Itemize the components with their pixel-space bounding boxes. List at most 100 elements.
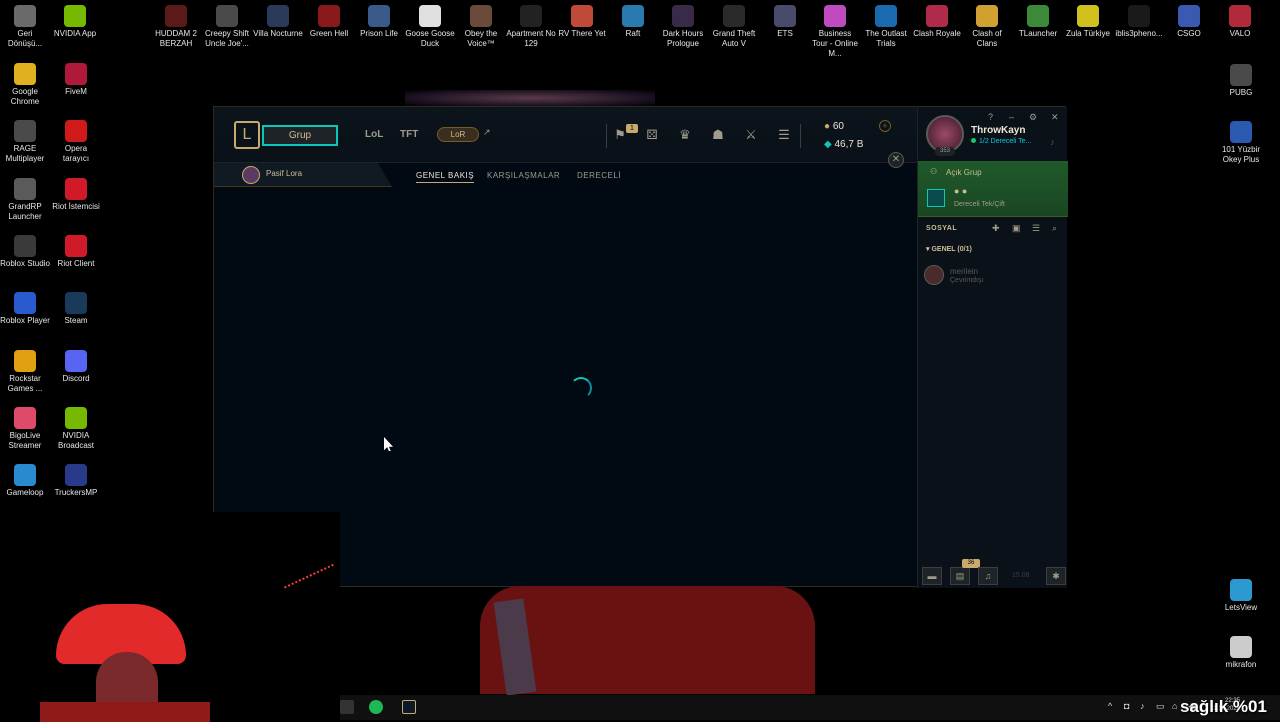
search-icon[interactable]: ⌕ xyxy=(1052,223,1057,234)
desktop-icon[interactable]: RV There Yet xyxy=(557,5,607,39)
external-link-icon[interactable]: ↗ xyxy=(483,127,491,138)
notes-icon[interactable]: ▤ xyxy=(950,567,970,585)
close-icon[interactable]: ✕ xyxy=(1051,112,1059,123)
desktop-icon[interactable]: Riot İstemcisi xyxy=(51,177,101,212)
desktop-icon[interactable]: GrandRP Launcher xyxy=(0,177,50,222)
desktop-icon[interactable]: Opera tarayıcı xyxy=(51,120,101,164)
nav-divider xyxy=(606,124,607,148)
desktop-icon[interactable]: Grand Theft Auto V xyxy=(709,5,759,49)
tab-lor[interactable]: LoR xyxy=(437,127,479,142)
friend-group-header[interactable]: ▾ GENEL (0/1) xyxy=(926,245,972,253)
desktop-icon[interactable]: 101 Yüzbir Okey Plus xyxy=(1216,121,1266,165)
desktop-icon[interactable]: Clash Royale xyxy=(912,5,962,39)
desktop-icon[interactable]: Riot Client xyxy=(51,234,101,269)
tray-network-icon[interactable]: ⌂ xyxy=(1172,701,1177,711)
close-panel-icon[interactable]: ✕ xyxy=(888,152,904,168)
rp-balance[interactable]: ● 60 xyxy=(824,121,844,132)
taskbar-app-icon[interactable] xyxy=(340,700,354,714)
play-group-button[interactable]: Grup xyxy=(262,125,338,146)
tray-mic-icon[interactable]: ♪ xyxy=(1140,701,1145,711)
desktop-icon[interactable]: VALO xyxy=(1215,5,1265,39)
desktop-icon[interactable]: mikrafon xyxy=(1216,636,1266,670)
desktop-icon[interactable]: Villa Nocturne xyxy=(253,5,303,39)
tab-tft[interactable]: TFT xyxy=(400,129,418,140)
desktop-icon[interactable]: BigoLive Streamer xyxy=(0,406,50,451)
friend-list-item[interactable]: merilein Çevrimdışı xyxy=(924,265,1064,289)
desktop-icon[interactable]: PUBG xyxy=(1216,64,1266,98)
bug-report-icon[interactable]: ✱ xyxy=(1046,567,1066,585)
desktop-icon[interactable]: The Outlast Trials xyxy=(861,5,911,49)
chat-icon[interactable]: ▬ xyxy=(922,567,942,585)
minimize-icon[interactable]: – xyxy=(1009,112,1014,122)
desktop-icon[interactable]: Roblox Studio xyxy=(0,234,50,269)
desktop-icon[interactable]: Steam xyxy=(51,292,101,326)
tray-app-icon[interactable]: ◘ xyxy=(1124,701,1129,711)
desktop-icon[interactable]: TLauncher xyxy=(1013,5,1063,39)
tab-lol[interactable]: LoL xyxy=(365,129,383,140)
desktop-icon[interactable]: Business Tour - Online M... xyxy=(810,5,860,59)
desktop-icon[interactable]: FiveM xyxy=(51,63,101,97)
friend-name: merilein xyxy=(950,267,979,276)
profile-name[interactable]: ThrowKayn xyxy=(971,125,1025,136)
desktop-icon[interactable]: TruckersMP xyxy=(51,464,101,498)
app-icon xyxy=(571,5,593,27)
desktop-icon[interactable]: Raft xyxy=(608,5,658,39)
desktop-icon[interactable]: Google Chrome xyxy=(0,63,50,107)
desktop-icon[interactable]: Roblox Player xyxy=(0,292,50,326)
tab-ranked[interactable]: DERECELİ xyxy=(577,171,621,180)
taskbar: ^ ◘ ♪ ▭ ⌂ ◀ 22:35 31.12.2026 xyxy=(340,695,1280,720)
desktop-icon[interactable]: NVIDIA Broadcast xyxy=(51,406,101,451)
desktop-icon[interactable]: RAGE Multiplayer xyxy=(0,120,50,164)
app-icon xyxy=(926,5,948,27)
tab-overview[interactable]: GENEL BAKIŞ xyxy=(416,171,475,183)
desktop-icon[interactable]: Apartment No 129 xyxy=(506,5,556,49)
desktop-icon[interactable]: Creepy Shift Uncle Joe'... xyxy=(202,5,252,49)
desktop-icon[interactable]: LetsView xyxy=(1216,579,1266,613)
clash-icon[interactable]: ♛ xyxy=(677,127,693,143)
desktop-icon[interactable]: Gameloop xyxy=(0,464,50,498)
app-icon xyxy=(14,5,36,27)
desktop-icon[interactable]: NVIDIA App xyxy=(50,5,100,39)
open-group-card[interactable]: ⚇ Açık Grup ● ● Dereceli Tek/Çift xyxy=(918,161,1068,217)
shop-icon[interactable]: ☰ xyxy=(776,127,792,143)
tray-display-icon[interactable]: ▭ xyxy=(1156,701,1165,712)
collection-icon[interactable]: ☗ xyxy=(710,127,726,143)
group-icon: ⚇ xyxy=(930,167,938,176)
spotify-icon[interactable] xyxy=(369,700,383,714)
app-icon xyxy=(774,5,796,27)
add-friend-icon[interactable]: ✚ xyxy=(992,223,1000,234)
desktop-icon[interactable]: Clash of Clans xyxy=(962,5,1012,49)
tray-chevron-icon[interactable]: ^ xyxy=(1108,701,1112,711)
desktop-icon[interactable]: ETS xyxy=(760,5,810,39)
league-logo-icon[interactable]: L xyxy=(234,121,260,149)
help-icon[interactable]: ? xyxy=(988,112,993,122)
desktop-icon[interactable]: iblis3pheno... xyxy=(1114,5,1164,39)
desktop-icon[interactable]: Discord xyxy=(51,349,101,384)
desktop-icon[interactable]: HUDDAM 2 BERZAH xyxy=(151,5,201,49)
desktop-icon[interactable]: Prison Life xyxy=(354,5,404,39)
settings-icon[interactable]: ⚙ xyxy=(1029,112,1037,123)
notification-bell-icon[interactable]: ♪ xyxy=(1050,137,1055,147)
league-taskbar-icon[interactable] xyxy=(402,700,416,714)
pass-avatar xyxy=(242,166,260,184)
desktop-icon[interactable]: Obey the Voice™ xyxy=(456,5,506,49)
desktop-icon[interactable]: Dark Hours Prologue xyxy=(658,5,708,49)
desktop-icon[interactable]: Goose Goose Duck xyxy=(405,5,455,49)
desktop-icon[interactable]: Rockstar Games ... xyxy=(0,349,50,394)
tab-matches[interactable]: KARŞILAŞMALAR xyxy=(487,171,560,180)
desktop-icon[interactable]: Geri Dönüşü... xyxy=(0,5,50,49)
pass-tab[interactable]: Pasif Lora xyxy=(214,163,392,187)
desktop-icon[interactable]: CSGO xyxy=(1164,5,1214,39)
desktop-icon[interactable]: Zula Türkiye xyxy=(1063,5,1113,39)
loot-icon[interactable]: ⚄ xyxy=(644,127,660,143)
crafting-icon[interactable]: ⚔ xyxy=(743,127,759,143)
voice-icon[interactable]: ♫ xyxy=(978,567,998,585)
list-view-icon[interactable]: ☰ xyxy=(1032,223,1040,234)
app-icon xyxy=(65,406,87,429)
profile-status[interactable]: 1/2 Dereceli Te... xyxy=(971,138,1031,145)
buy-rp-icon[interactable]: + xyxy=(879,120,891,132)
store-notification-badge: 1 xyxy=(626,124,638,133)
desktop-icon-label: mikrafon xyxy=(1225,660,1257,669)
add-folder-icon[interactable]: ▣ xyxy=(1012,223,1021,234)
desktop-icon[interactable]: Green Hell xyxy=(304,5,354,39)
